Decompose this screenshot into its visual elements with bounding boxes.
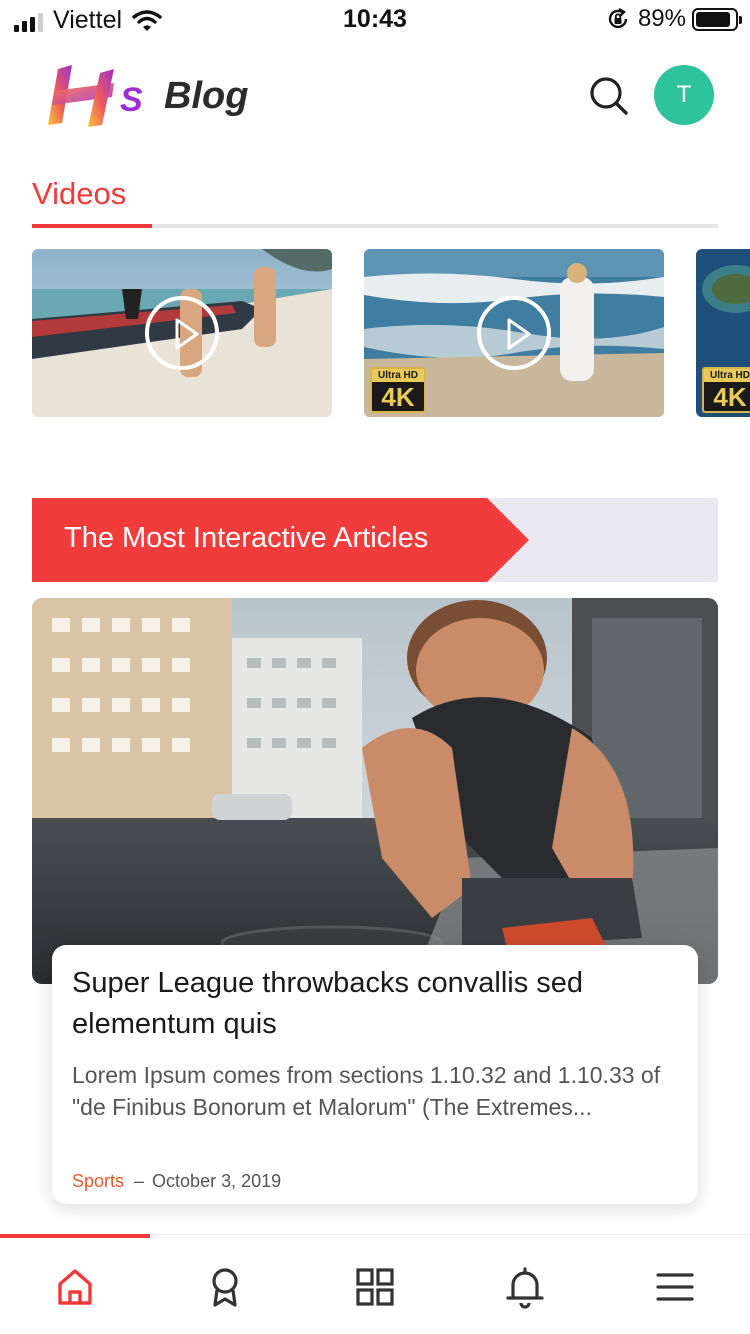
nav-item-notifications[interactable] xyxy=(450,1257,600,1317)
nav-active-indicator xyxy=(0,1234,150,1238)
tab-videos[interactable]: Videos xyxy=(32,176,126,212)
play-button[interactable] xyxy=(477,296,551,370)
battery-level xyxy=(696,11,730,27)
video-card[interactable]: Ultra HD 4K xyxy=(696,249,750,417)
hs-logo-mark: S xyxy=(48,65,143,127)
play-icon xyxy=(175,318,199,350)
article-meta: Sports – October 3, 2019 xyxy=(72,1171,678,1192)
section-banner: The Most Interactive Articles xyxy=(32,498,718,582)
article-image[interactable] xyxy=(32,598,718,984)
avatar[interactable]: T xyxy=(654,65,714,125)
meta-separator: – xyxy=(134,1171,145,1191)
badge-main-label: 4K xyxy=(381,382,415,412)
tab-underline-active xyxy=(32,224,152,228)
nav-item-categories[interactable] xyxy=(300,1257,450,1317)
nav-item-menu[interactable] xyxy=(600,1257,750,1317)
article-date: October 3, 2019 xyxy=(152,1171,282,1191)
badge-top-label: Ultra HD xyxy=(704,369,750,382)
videos-section-header: Videos xyxy=(32,172,718,230)
home-icon xyxy=(58,1269,92,1305)
grid-icon xyxy=(356,1268,394,1306)
battery-percent: 89% xyxy=(637,5,686,32)
app-header: S Blog T xyxy=(0,55,750,135)
badge-top-label: Ultra HD xyxy=(372,369,424,382)
video-carousel[interactable]: Ultra HD 4K Ultra HD 4K xyxy=(32,249,750,419)
status-bar: Viettel 10:43 89% xyxy=(0,0,750,40)
award-icon xyxy=(212,1268,238,1307)
article-excerpt: Lorem Ipsum comes from sections 1.10.32 … xyxy=(72,1062,661,1120)
ultra-hd-4k-badge: Ultra HD 4K xyxy=(370,367,426,413)
logo-text: Blog xyxy=(164,75,249,117)
logo[interactable]: S Blog xyxy=(44,61,248,129)
status-right: 89% xyxy=(606,5,742,33)
ultra-hd-4k-badge: Ultra HD 4K xyxy=(702,367,750,413)
article-photo xyxy=(32,598,718,984)
nav-item-awards[interactable] xyxy=(150,1257,300,1317)
article-category[interactable]: Sports xyxy=(72,1171,124,1192)
search-button[interactable] xyxy=(584,71,634,121)
search-icon xyxy=(590,77,628,115)
badge-main-label: 4K xyxy=(713,382,747,412)
orientation-lock-icon xyxy=(608,7,628,29)
article-card[interactable]: Super League throwbacks convallis sed el… xyxy=(52,945,698,1204)
article-title[interactable]: Super League throwbacks convallis sed el… xyxy=(72,963,678,1045)
svg-text:S: S xyxy=(120,81,143,119)
battery-icon xyxy=(692,7,742,31)
video-card[interactable]: Ultra HD 4K xyxy=(364,249,664,417)
avatar-initial: T xyxy=(676,81,692,108)
play-button[interactable] xyxy=(145,296,219,370)
menu-icon xyxy=(656,1273,694,1301)
bell-icon xyxy=(506,1267,544,1309)
nav-item-home[interactable] xyxy=(0,1257,150,1317)
section-title: The Most Interactive Articles xyxy=(64,522,429,554)
video-card[interactable] xyxy=(32,249,332,417)
bottom-nav xyxy=(0,1234,750,1334)
play-icon xyxy=(507,318,531,350)
